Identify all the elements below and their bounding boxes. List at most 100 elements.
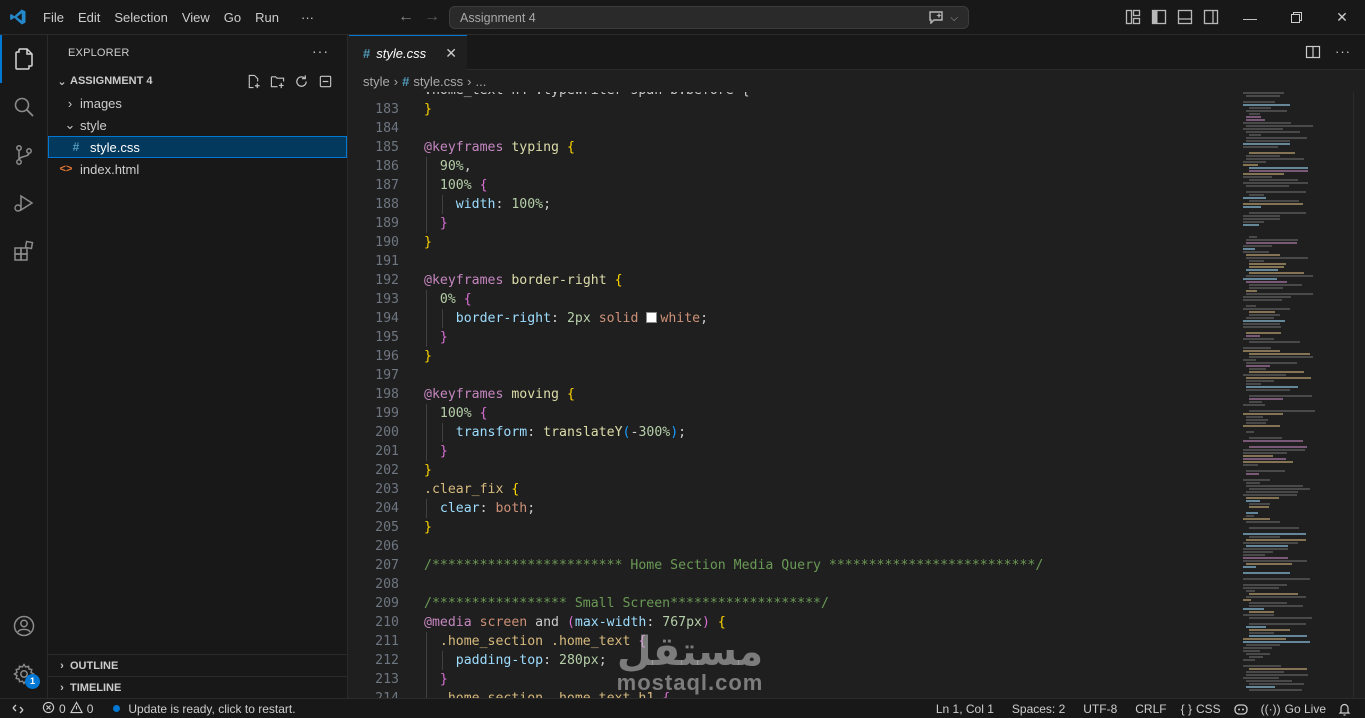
refresh-icon[interactable]	[293, 73, 309, 89]
toggle-panel-icon[interactable]	[1177, 9, 1193, 28]
toggle-primary-sidebar-icon[interactable]	[1151, 9, 1167, 28]
command-center-search[interactable]: Assignment 4 ⌵	[449, 6, 969, 29]
accounts-icon[interactable]	[0, 602, 48, 650]
code-text: }	[439, 444, 448, 459]
minimap-line	[1249, 194, 1264, 196]
end-of-line[interactable]: CRLF	[1129, 699, 1172, 718]
code-text: transform: translateY(-300%);	[455, 425, 687, 440]
search-icon[interactable]	[0, 83, 48, 131]
split-editor-icon[interactable]	[1305, 44, 1321, 63]
minimap-line	[1249, 527, 1299, 529]
back-arrow-icon[interactable]: ←	[398, 8, 414, 26]
forward-arrow-icon[interactable]: →	[424, 8, 440, 26]
code-line: 209 /***************** Small Screen******…	[349, 594, 1239, 613]
timeline-section-header[interactable]: › TIMELINE	[48, 676, 348, 698]
restore-icon[interactable]	[1273, 0, 1319, 35]
more-actions-icon[interactable]: ···	[1335, 44, 1351, 63]
minimap-line	[1243, 533, 1306, 535]
minimap-line	[1243, 221, 1264, 223]
vertical-scrollbar[interactable]	[1353, 92, 1365, 698]
menu-view[interactable]: View	[175, 0, 217, 35]
code-editor[interactable]: .home_text h4 .typewriter span b.before …	[349, 92, 1239, 698]
breadcrumb-file[interactable]: style.css	[413, 74, 463, 89]
minimap-line	[1243, 350, 1280, 352]
minimap-line	[1243, 461, 1293, 463]
copilot-chat-icon[interactable]	[928, 10, 944, 27]
code-line: 191	[349, 252, 1239, 271]
indentation[interactable]: Spaces: 2	[1006, 699, 1071, 718]
menu-selection[interactable]: Selection	[107, 0, 174, 35]
minimap-line	[1243, 449, 1305, 451]
breadcrumb-folder[interactable]: style	[363, 74, 390, 89]
chevron-down-icon[interactable]: ⌵	[950, 13, 958, 24]
new-file-icon[interactable]	[245, 73, 261, 89]
extensions-icon[interactable]	[0, 227, 48, 275]
line-number: 214	[349, 689, 399, 698]
chevron-right-icon: ›	[67, 95, 73, 111]
toggle-secondary-sidebar-icon[interactable]	[1203, 9, 1219, 28]
minimap-line	[1243, 608, 1264, 610]
minimap-line	[1243, 299, 1282, 301]
minimap-line	[1246, 431, 1254, 433]
menu-run[interactable]: Run	[248, 0, 286, 35]
tree-item-index-html[interactable]: <> index.html	[48, 158, 347, 180]
run-debug-icon[interactable]	[0, 179, 48, 227]
collapse-all-icon[interactable]	[317, 73, 333, 89]
tree-item-images[interactable]: › images	[48, 92, 347, 114]
minimize-icon[interactable]: —	[1227, 0, 1273, 35]
line-number: 188	[375, 197, 399, 212]
update-notification[interactable]: Update is ready, click to restart.	[107, 699, 301, 718]
copilot-icon[interactable]	[1227, 699, 1255, 718]
code-text: }	[424, 349, 432, 364]
minimap-line	[1249, 395, 1312, 397]
command-center-label: Assignment 4	[460, 10, 536, 25]
tree-item-style-folder[interactable]: ⌄ style	[48, 114, 347, 136]
code-text: 100% {	[439, 406, 488, 421]
minimap-line	[1243, 647, 1272, 649]
notifications-bell-icon[interactable]	[1332, 699, 1357, 718]
menu-go[interactable]: Go	[217, 0, 248, 35]
menu-edit[interactable]: Edit	[71, 0, 107, 35]
close-icon[interactable]: ✕	[445, 45, 457, 62]
menu-more[interactable]: ···	[294, 0, 321, 35]
explorer-more-actions[interactable]: ···	[312, 43, 329, 59]
line-number: 194	[375, 311, 399, 326]
minimap-line	[1246, 254, 1280, 256]
explorer-icon[interactable]	[0, 35, 48, 83]
minimap-line	[1243, 659, 1255, 661]
code-text: @keyframes typing {	[424, 140, 575, 155]
minimap-line	[1246, 386, 1298, 388]
breadcrumb-symbol[interactable]: ...	[476, 74, 487, 89]
outline-section-header[interactable]: › OUTLINE	[48, 654, 348, 676]
code-line: 200 transform: translateY(-300%);	[349, 423, 1239, 442]
tree-item-style-css[interactable]: # style.css	[48, 136, 347, 158]
minimap-line	[1243, 176, 1272, 178]
minimap-line	[1243, 101, 1275, 103]
source-control-icon[interactable]	[0, 131, 48, 179]
problems-indicator[interactable]: 0 0	[36, 699, 99, 718]
encoding[interactable]: UTF-8	[1077, 699, 1123, 718]
code-text: width: 100%;	[455, 197, 552, 212]
tab-style-css[interactable]: # style.css ✕	[349, 35, 467, 70]
minimap-line	[1249, 503, 1270, 505]
remote-indicator-icon[interactable]	[0, 699, 36, 718]
workspace-folder-header[interactable]: ⌄ ASSIGNMENT 4	[48, 70, 347, 92]
minimap-line	[1243, 245, 1272, 247]
minimap-line	[1246, 155, 1280, 157]
color-swatch[interactable]	[646, 312, 658, 323]
code-line: 214 .home_section .home_text h1 {	[349, 689, 1239, 698]
close-window-icon[interactable]: ✕	[1319, 0, 1365, 35]
cursor-position[interactable]: Ln 1, Col 1	[930, 699, 1000, 718]
customize-layout-icon[interactable]	[1125, 9, 1141, 28]
minimap-line	[1246, 674, 1308, 676]
line-number: 192	[375, 273, 399, 288]
language-mode[interactable]: { } CSS	[1175, 699, 1227, 718]
minimap-line	[1243, 413, 1283, 415]
minimap[interactable]	[1243, 92, 1353, 698]
minimap-line	[1249, 656, 1263, 658]
manage-gear-icon[interactable]	[0, 650, 48, 698]
menu-file[interactable]: File	[36, 0, 71, 35]
new-folder-icon[interactable]	[269, 73, 285, 89]
minimap-line	[1243, 560, 1307, 562]
go-live-button[interactable]: ((·)) Go Live	[1255, 699, 1332, 718]
